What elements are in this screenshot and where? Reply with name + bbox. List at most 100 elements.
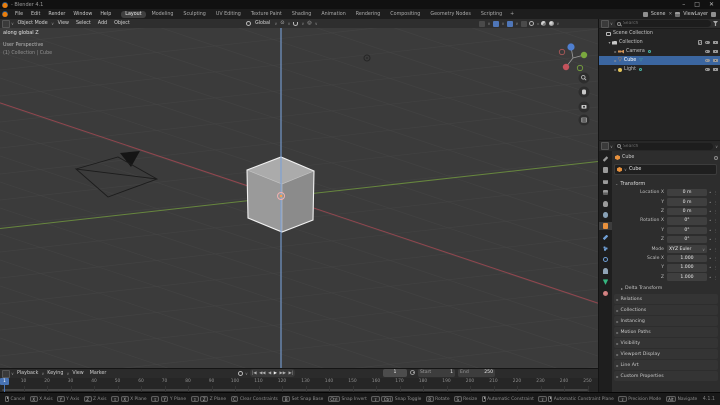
play-button[interactable]: ▶ bbox=[274, 370, 277, 376]
properties-tab-modifiers[interactable] bbox=[599, 233, 612, 241]
animate-icon[interactable]: • bbox=[709, 200, 711, 205]
end-frame-field[interactable]: End 250 bbox=[458, 369, 495, 377]
panel-custom-properties[interactable]: ▸ Custom Properties bbox=[613, 371, 718, 381]
auto-keying-icon[interactable] bbox=[238, 370, 243, 376]
field-value[interactable]: 0° bbox=[667, 235, 707, 244]
animate-icon[interactable]: • bbox=[709, 275, 711, 280]
delta-transform-panel[interactable]: ▸ Delta Transform bbox=[612, 284, 720, 293]
drag-handle-icon[interactable]: ⋮ bbox=[713, 190, 717, 195]
properties-tab-world[interactable] bbox=[599, 211, 612, 219]
outliner-search[interactable] bbox=[614, 20, 711, 27]
drag-handle-icon[interactable]: ⋮ bbox=[713, 256, 717, 261]
filter-icon[interactable] bbox=[713, 21, 718, 26]
drag-handle-icon[interactable]: ⋮ bbox=[713, 200, 717, 205]
scene-unlink-icon[interactable]: ✕ bbox=[668, 12, 672, 17]
eye-toggle-icon[interactable] bbox=[705, 49, 710, 54]
field-value[interactable]: 1.000 bbox=[667, 254, 707, 263]
drag-handle-icon[interactable]: ⋮ bbox=[713, 247, 717, 252]
field-value[interactable]: 0° bbox=[667, 226, 707, 234]
add-workspace-button[interactable]: + bbox=[506, 11, 518, 18]
camera-toggle-icon[interactable] bbox=[713, 58, 718, 63]
panel-motion-paths[interactable]: ▸ Motion Paths bbox=[613, 327, 718, 337]
shading-wireframe-icon[interactable] bbox=[529, 21, 535, 26]
current-frame-field[interactable]: 1 bbox=[383, 369, 407, 377]
panel-collections[interactable]: ▸ Collections bbox=[613, 305, 718, 315]
viewport-menu-select[interactable]: Select bbox=[72, 21, 94, 26]
animate-icon[interactable]: • bbox=[709, 256, 711, 261]
shading-solid-active[interactable] bbox=[536, 22, 539, 25]
properties-tab-physics[interactable] bbox=[599, 256, 612, 264]
workspace-tab-texture-paint[interactable]: Texture Paint bbox=[247, 11, 286, 18]
workspace-tab-shading[interactable]: Shading bbox=[288, 11, 316, 18]
play-reverse-button[interactable]: ◀ bbox=[268, 370, 271, 376]
workspace-tab-modeling[interactable]: Modeling bbox=[148, 11, 178, 18]
start-frame-field[interactable]: Start 1 bbox=[418, 369, 455, 377]
timeline-editor-icon[interactable] bbox=[2, 369, 10, 378]
field-value[interactable]: 0 m bbox=[667, 188, 707, 197]
viewport-menu-view[interactable]: View bbox=[54, 21, 72, 26]
gizmo-y-axis-negative[interactable] bbox=[576, 64, 584, 72]
expand-icon[interactable]: ▸ bbox=[613, 49, 618, 54]
outliner-row-light[interactable]: ▸ Light bbox=[599, 65, 720, 74]
pivot-point-icon[interactable]: ⊙ bbox=[280, 21, 284, 26]
timeline-ruler[interactable]: 1 10 20 30 40 50 60 70 80 90 100 110 120 130 140 150 16… bbox=[0, 378, 598, 392]
editor-type-icon[interactable] bbox=[2, 19, 10, 28]
drag-handle-icon[interactable]: ⋮ bbox=[713, 275, 717, 280]
animate-icon[interactable]: • bbox=[709, 228, 711, 233]
camera-toggle-icon[interactable] bbox=[713, 67, 718, 72]
gizmo-x-axis-negative[interactable] bbox=[558, 48, 566, 56]
eye-toggle-icon[interactable] bbox=[705, 58, 710, 63]
menu-edit[interactable]: Edit bbox=[27, 12, 44, 17]
next-keyframe-button[interactable]: ▶▶ bbox=[280, 370, 286, 376]
prev-keyframe-button[interactable]: ◀◀ bbox=[259, 370, 265, 376]
workspace-tab-scripting[interactable]: Scripting bbox=[477, 11, 506, 18]
new-view-layer-icon[interactable] bbox=[711, 11, 716, 17]
snap-icon[interactable] bbox=[293, 21, 299, 26]
drag-handle-icon[interactable]: ⋮ bbox=[713, 265, 717, 270]
jump-to-start-button[interactable]: |◀ bbox=[252, 370, 257, 376]
drag-handle-icon[interactable]: ⋮ bbox=[713, 237, 717, 242]
properties-tab-render[interactable] bbox=[599, 166, 612, 174]
timeline-scrollbar[interactable] bbox=[2, 389, 588, 391]
camera-toggle-icon[interactable] bbox=[713, 40, 718, 45]
transform-panel-header[interactable]: ⌄ Transform bbox=[612, 179, 720, 188]
menu-file[interactable]: File bbox=[11, 12, 27, 17]
light-object[interactable] bbox=[363, 54, 371, 62]
field-value[interactable]: 1.000 bbox=[667, 273, 707, 281]
view-layer-name[interactable]: ViewLayer bbox=[683, 12, 708, 17]
timeline-menu-view[interactable]: View bbox=[69, 371, 86, 376]
workspace-tab-compositing[interactable]: Compositing bbox=[386, 11, 424, 18]
viewport-menu-add[interactable]: Add bbox=[94, 21, 110, 26]
workspace-tab-geometry-nodes[interactable]: Geometry Nodes bbox=[426, 11, 474, 18]
properties-search[interactable] bbox=[614, 142, 714, 150]
maximize-button[interactable]: □ bbox=[694, 1, 700, 8]
close-button[interactable]: ✕ bbox=[709, 1, 714, 8]
3d-viewport[interactable]: along global Z User Perspective (1) Coll… bbox=[0, 0, 599, 405]
camera-view-button[interactable] bbox=[578, 101, 590, 113]
properties-tab-data[interactable] bbox=[599, 278, 612, 286]
panel-visibility[interactable]: ▸ Visibility bbox=[613, 338, 718, 348]
field-value[interactable]: 0° bbox=[667, 217, 707, 225]
drag-handle-icon[interactable]: ⋮ bbox=[713, 209, 717, 214]
stopwatch-icon[interactable] bbox=[410, 370, 415, 376]
outliner-search-input[interactable] bbox=[622, 21, 709, 26]
workspace-tab-layout[interactable]: Layout bbox=[121, 10, 146, 18]
pin-icon[interactable] bbox=[714, 155, 718, 160]
properties-options-caret[interactable]: ∨ bbox=[715, 144, 718, 149]
checkbox-toggle-icon[interactable]: ✓ bbox=[697, 40, 702, 45]
minimize-button[interactable]: – bbox=[682, 1, 685, 8]
panel-instancing[interactable]: ▸ Instancing bbox=[613, 316, 718, 326]
gizmo-x-axis[interactable] bbox=[562, 63, 570, 71]
drag-handle-icon[interactable]: ⋮ bbox=[713, 218, 717, 223]
workspace-tab-uv-editing[interactable]: UV Editing bbox=[212, 11, 245, 18]
mode-dropdown[interactable]: Object Mode bbox=[14, 21, 51, 26]
outliner-editor-icon[interactable] bbox=[601, 19, 609, 28]
shading-material-icon[interactable] bbox=[541, 21, 547, 26]
properties-tab-particles[interactable] bbox=[599, 245, 612, 253]
properties-editor-icon[interactable] bbox=[601, 142, 609, 150]
expand-icon[interactable]: ▾ bbox=[607, 40, 612, 45]
properties-search-input[interactable] bbox=[622, 143, 712, 149]
menu-help[interactable]: Help bbox=[96, 12, 115, 17]
timeline-menu-marker[interactable]: Marker bbox=[87, 371, 110, 376]
breadcrumb-object[interactable]: Cube bbox=[622, 155, 634, 160]
